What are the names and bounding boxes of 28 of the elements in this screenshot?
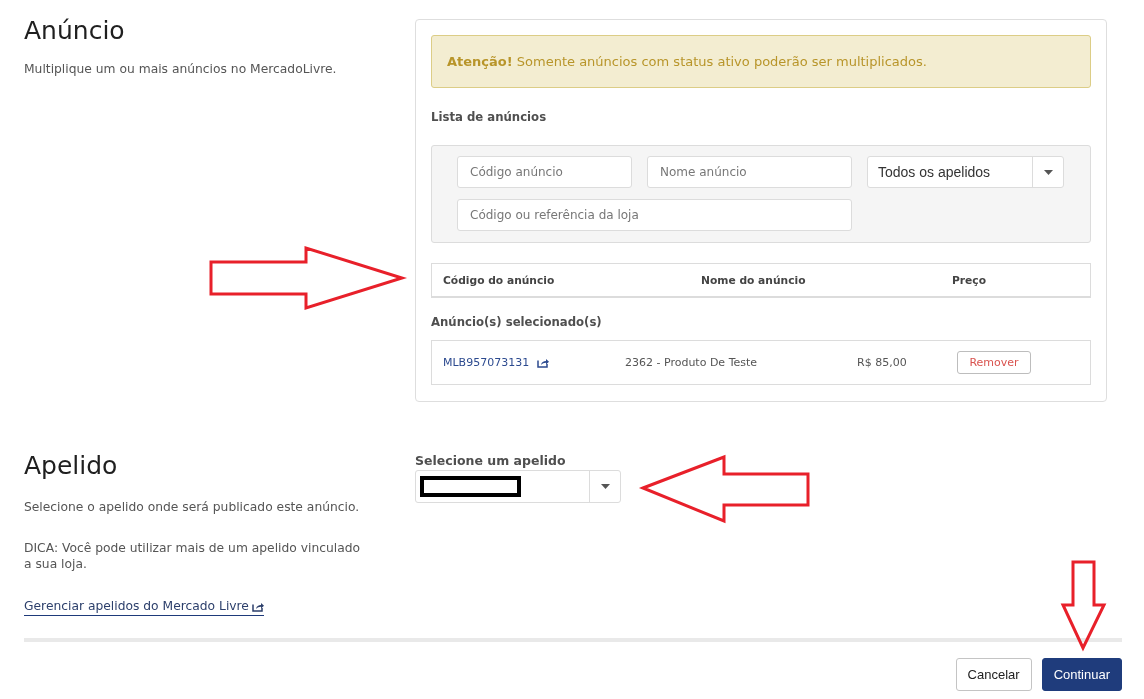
search-field[interactable]: Código anúncio: [457, 156, 632, 188]
column-header: Preço: [952, 273, 987, 287]
nickname-select[interactable]: [415, 470, 621, 503]
section-description: Selecione o apelido onde será publicado este anúncio.: [24, 499, 360, 515]
section-description: Multiplique um ou mais anúncios no MercadoLivre.: [24, 61, 337, 77]
selected-title: Anúncio(s) selecionado(s): [431, 314, 603, 331]
listing-code-link[interactable]: MLB957073131: [443, 356, 530, 369]
remove-button[interactable]: Remover: [957, 351, 1031, 374]
listing-name: 2362 - Produto De Teste: [625, 356, 758, 369]
listing-price: R$ 85,00: [857, 356, 907, 369]
field-label: Selecione um apelido: [415, 452, 566, 470]
caret-icon: [600, 484, 610, 489]
continue-button[interactable]: Continuar: [1041, 658, 1122, 691]
external-link-icon: [537, 357, 550, 368]
manage-nicknames-link[interactable]: Gerenciar apelidos do Mercado Livre: [24, 598, 264, 616]
column-header: Código do anúncio: [443, 273, 555, 287]
tip-text: DICA: Você pode utilizar mais de um apelido vinculado a sua loja.: [24, 540, 362, 572]
warning-alert: Atenção! Somente anúncios com status ativo poderão ser multiplicados.: [431, 35, 1091, 88]
search-field[interactable]: Código ou referência da loja: [457, 199, 852, 231]
section-title: Anúncio: [24, 16, 125, 46]
external-link-icon: [251, 601, 264, 612]
nickname-filter-select[interactable]: Todos os apelidos: [867, 156, 1064, 188]
cancel-button[interactable]: Cancelar: [955, 658, 1032, 691]
column-header: Nome do anúncio: [701, 273, 806, 287]
search-field[interactable]: Nome anúncio: [647, 156, 852, 188]
caret-icon: [1043, 169, 1053, 175]
section-title: Apelido: [24, 451, 118, 481]
list-title: Lista de anúncios: [431, 109, 548, 126]
